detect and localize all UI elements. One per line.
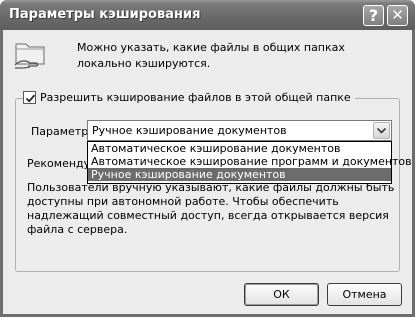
setting-description: Пользователи вручную указывают, какие фа… [27, 181, 395, 236]
dialog-body: Можно указать, какие файлы в общих папка… [3, 30, 412, 314]
allow-caching-checkbox[interactable] [23, 91, 36, 104]
cancel-button[interactable]: Отмена [327, 283, 402, 306]
help-button[interactable]: ? [363, 5, 384, 26]
intro-text: Можно указать, какие файлы в общих папка… [77, 41, 345, 70]
dialog-title: Параметры кэширования [9, 7, 201, 22]
close-button[interactable]: ✕ [387, 5, 408, 26]
ok-button[interactable]: ОК [244, 283, 319, 306]
recommended-label: Рекомендуется: [27, 157, 87, 170]
setting-dropdown-list[interactable]: Автоматическое кэширование документов Ав… [87, 141, 412, 184]
checkmark-icon [25, 94, 36, 103]
chevron-down-icon[interactable] [373, 122, 390, 139]
dropdown-option-auto-programs-docs[interactable]: Автоматическое кэширование программ и до… [88, 155, 412, 168]
dropdown-option-auto-docs[interactable]: Автоматическое кэширование документов [88, 142, 391, 155]
allow-caching-label[interactable]: Разрешить кэширование файлов в этой обще… [40, 91, 351, 104]
shared-folder-icon [14, 38, 50, 70]
dialog-window: Параметры кэширования ? ✕ Можно указать,… [0, 0, 415, 317]
allow-caching-checkbox-row[interactable]: Разрешить кэширование файлов в этой обще… [23, 91, 355, 104]
dropdown-option-manual-docs[interactable]: Ручное кэширование документов [88, 168, 391, 181]
setting-label: Параметр: [31, 125, 92, 138]
setting-selected-value: Ручное кэширование документов [92, 124, 287, 137]
setting-select[interactable]: Ручное кэширование документов [87, 120, 392, 141]
title-bar[interactable]: Параметры кэширования ? ✕ [0, 0, 415, 30]
